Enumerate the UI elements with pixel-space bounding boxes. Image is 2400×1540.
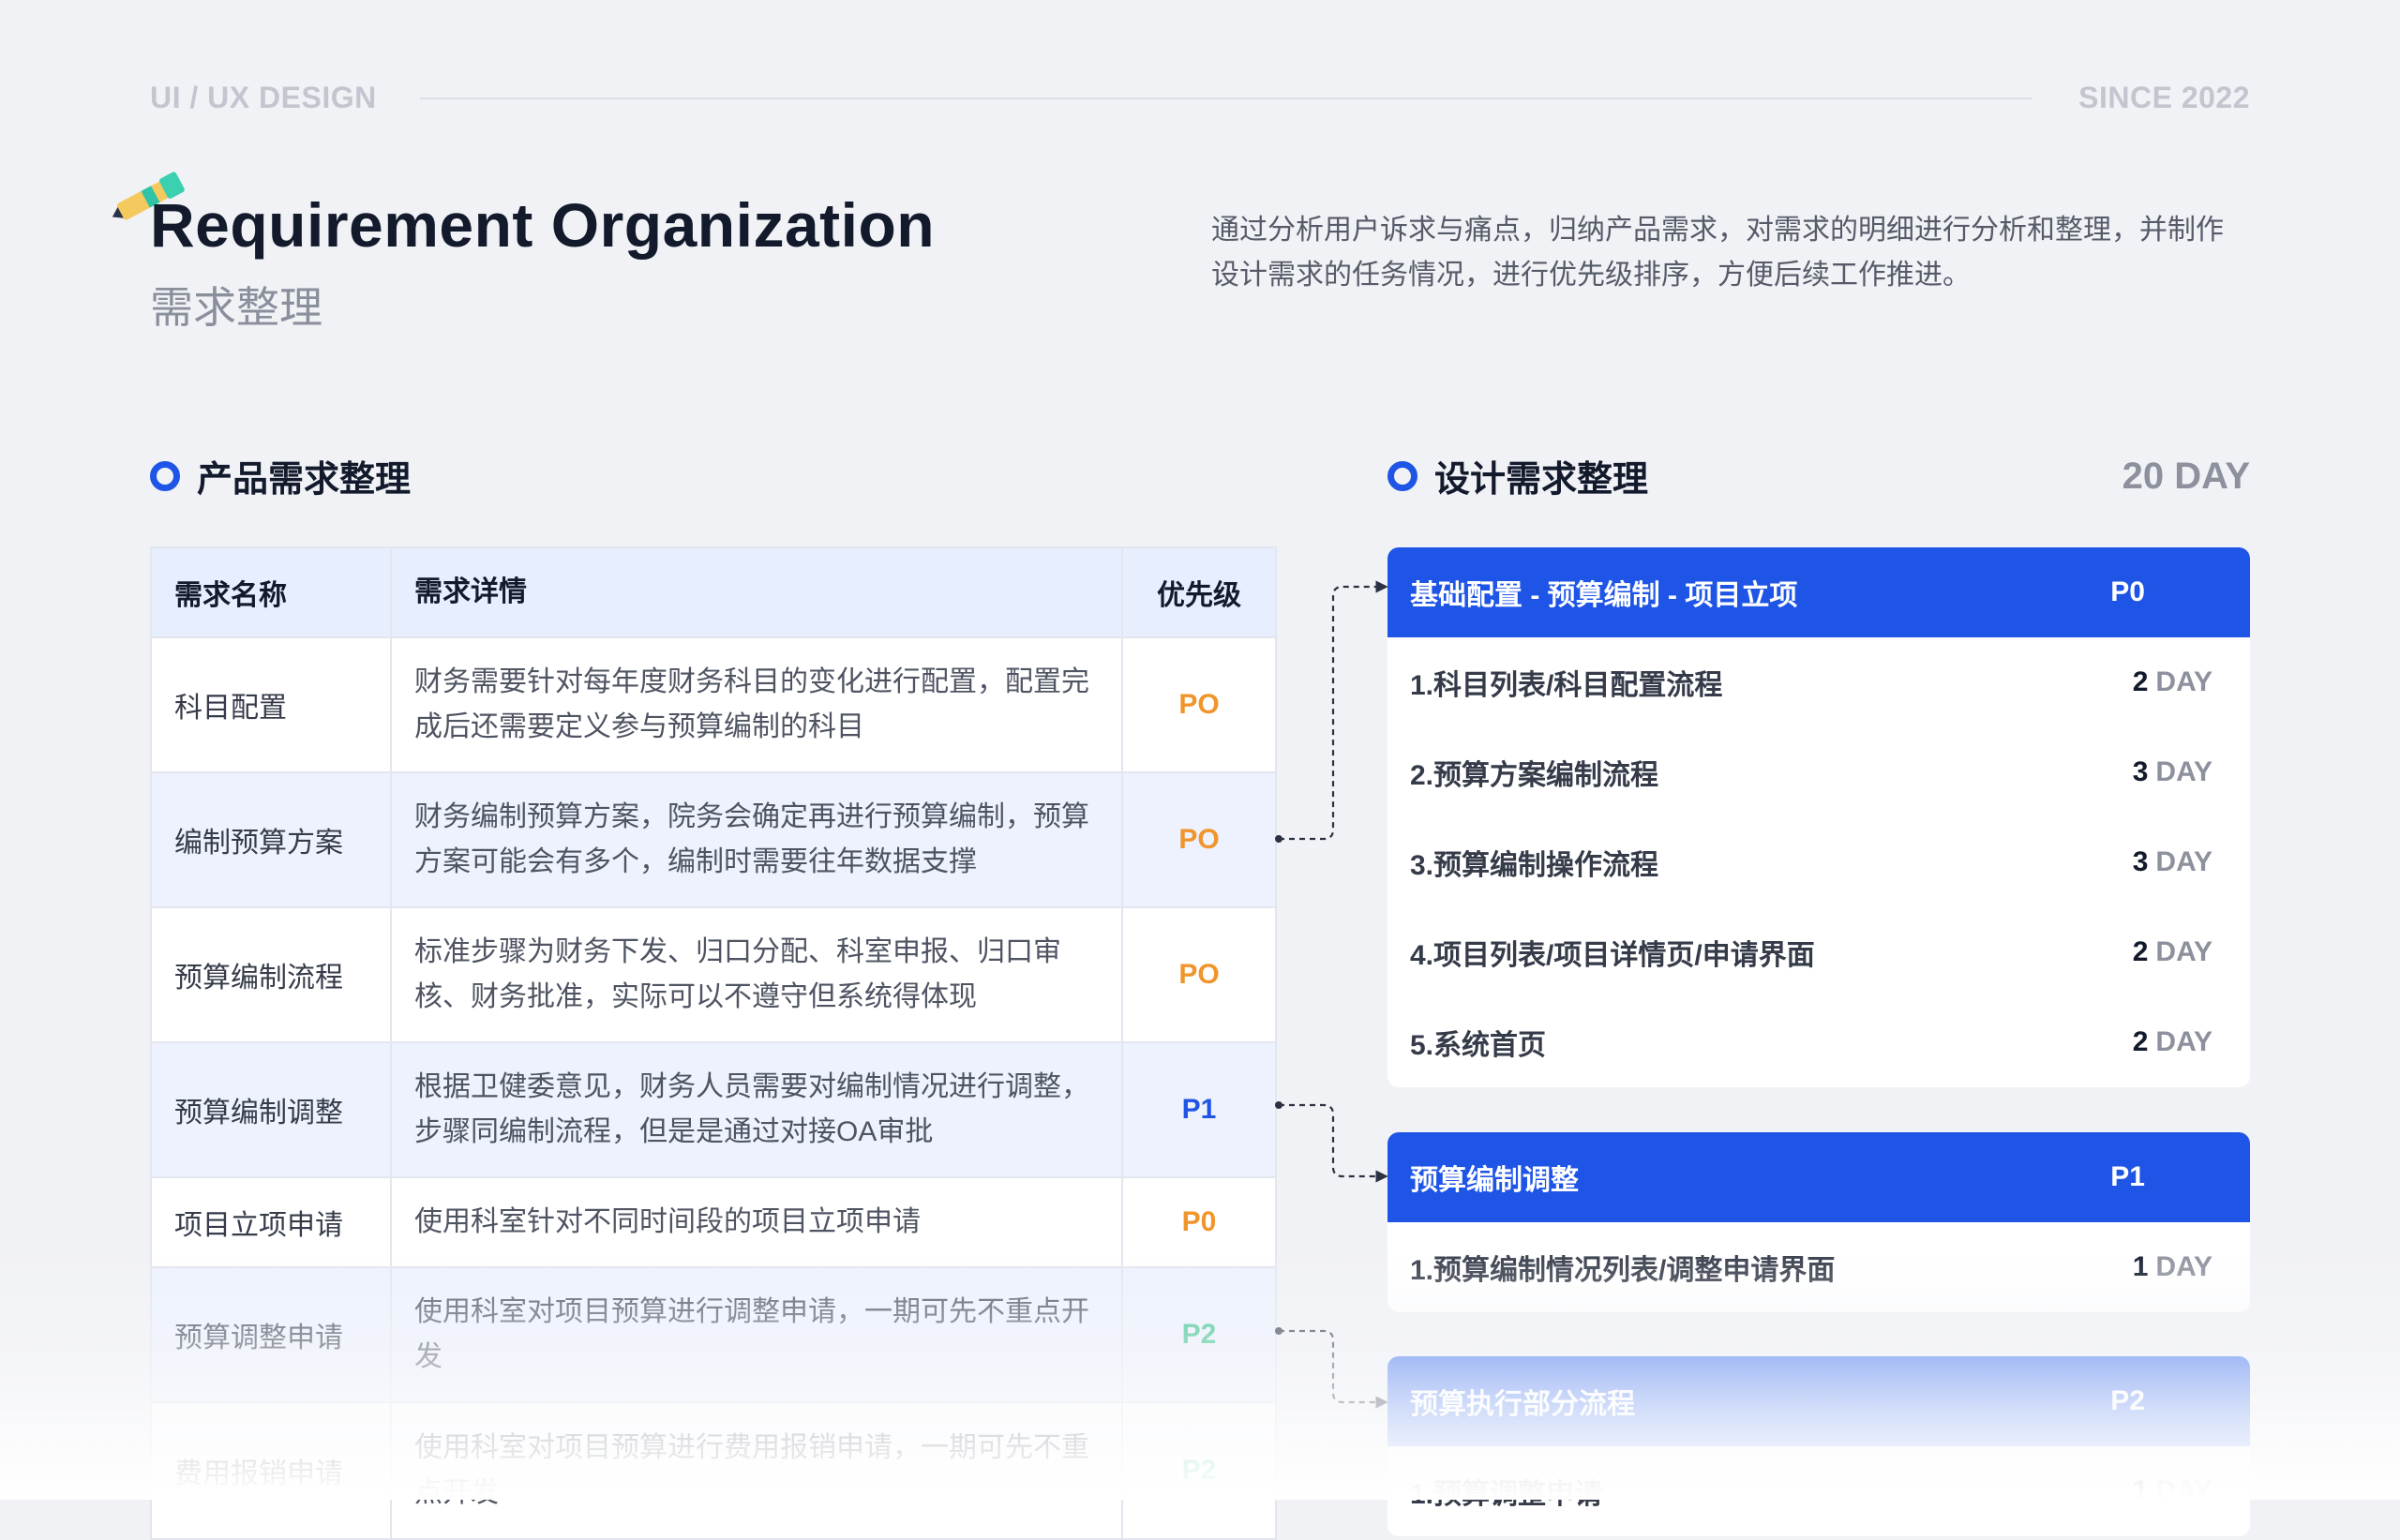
row-detail: 标准步骤为财务下发、归口分配、科室申报、归口审核、财务批准，实际可以不遵守但系统… — [392, 908, 1123, 1041]
row-name: 预算编制调整 — [152, 1043, 392, 1176]
brand-label: UI / UX DESIGN — [150, 81, 377, 114]
list-item: 4.项目列表/项目详情页/申请界面 2 DAY — [1388, 907, 2250, 997]
list-item: 3.预算编制操作流程 3 DAY — [1388, 817, 2250, 907]
days-count: 2 — [2132, 666, 2149, 697]
priority-badge: PO — [1178, 959, 1220, 990]
item-label: 1.预算调整申请 — [1410, 1479, 1603, 1510]
page-subtitle: 需求整理 — [150, 283, 322, 332]
list-item: 1.科目列表/科目配置流程 2 DAY — [1388, 637, 2250, 727]
ring-icon — [1388, 460, 1418, 491]
list-item: 1.预算调整申请 1 DAY — [1388, 1446, 2250, 1536]
days-count: 3 — [2132, 846, 2149, 877]
item-days: 3 DAY — [2133, 756, 2212, 788]
row-detail: 使用科室对项目预算进行调整申请，一期可先不重点开发 — [392, 1268, 1123, 1401]
connector-p2 — [1279, 1329, 1388, 1409]
card-title: 预算编制调整 — [1410, 1165, 1579, 1196]
card-header: 预算编制调整 P1 — [1388, 1132, 2250, 1222]
priority-badge: P2 — [1181, 1455, 1217, 1486]
priority-badge: PO — [1178, 689, 1220, 720]
section-header-product: 产品需求整理 — [150, 450, 411, 501]
design-card-p2: 预算执行部分流程 P2 1.预算调整申请 1 DAY — [1388, 1356, 2250, 1536]
card-title: 基础配置 - 预算编制 - 项目立项 — [1410, 580, 1798, 611]
row-detail: 使用科室针对不同时间段的项目立项申请 — [392, 1178, 1123, 1266]
days-unit: DAY — [2155, 756, 2212, 787]
item-days: 3 DAY — [2133, 846, 2212, 878]
row-name: 预算编制流程 — [152, 908, 392, 1041]
design-card-p0: 基础配置 - 预算编制 - 项目立项 P0 1.科目列表/科目配置流程 2 DAY… — [1388, 547, 2250, 1087]
days-unit: DAY — [2155, 1251, 2212, 1282]
total-days: 20 DAY — [2122, 456, 2250, 497]
table-row: 预算编制调整 根据卫健委意见，财务人员需要对编制情况进行调整，步骤同编制流程，但… — [152, 1043, 1275, 1178]
days-unit: DAY — [2155, 1026, 2212, 1057]
row-name: 编制预算方案 — [152, 773, 392, 906]
list-item: 5.系统首页 2 DAY — [1388, 997, 2250, 1087]
row-name: 科目配置 — [152, 638, 392, 771]
connector-p0 — [1279, 580, 1388, 841]
table-header-row: 需求名称 需求详情 优先级 — [152, 548, 1275, 638]
card-priority: P0 — [2110, 576, 2145, 607]
days-unit: DAY — [2155, 846, 2212, 877]
list-item: 2.预算方案编制流程 3 DAY — [1388, 727, 2250, 817]
section-header-design: 设计需求整理 — [1388, 450, 1648, 501]
item-days: 1 DAY — [2133, 1475, 2212, 1507]
item-days: 2 DAY — [2133, 936, 2212, 968]
table-row: 项目立项申请 使用科室针对不同时间段的项目立项申请 P0 — [152, 1178, 1275, 1268]
page-title: Requirement Organization — [150, 190, 936, 260]
ring-icon — [150, 460, 180, 491]
card-priority: P1 — [2110, 1161, 2145, 1192]
row-detail: 根据卫健委意见，财务人员需要对编制情况进行调整，步骤同编制流程，但是是通过对接O… — [392, 1043, 1123, 1176]
row-name: 费用报销申请 — [152, 1403, 392, 1538]
table-row: 编制预算方案 财务编制预算方案，院务会确定再进行预算编制，预算方案可能会有多个，… — [152, 773, 1275, 908]
days-unit: DAY — [2155, 1475, 2212, 1506]
priority-badge: P2 — [1181, 1319, 1217, 1350]
row-detail: 使用科室对项目预算进行费用报销申请，一期可先不重点开发 — [392, 1403, 1123, 1538]
item-label: 2.预算方案编制流程 — [1410, 760, 1659, 791]
priority-badge: P0 — [1181, 1206, 1217, 1237]
column-header-name: 需求名称 — [152, 548, 392, 636]
item-label: 5.系统首页 — [1410, 1030, 1547, 1061]
row-name: 项目立项申请 — [152, 1178, 392, 1266]
table-row: 预算调整申请 使用科室对项目预算进行调整申请，一期可先不重点开发 P2 — [152, 1268, 1275, 1403]
since-label: SINCE 2022 — [2078, 81, 2250, 114]
days-unit: DAY — [2155, 936, 2212, 967]
header-divider — [420, 97, 2032, 99]
item-days: 2 DAY — [2133, 1026, 2212, 1058]
table-row: 科目配置 财务需要针对每年度财务科目的变化进行配置，配置完成后还需要定义参与预算… — [152, 638, 1275, 773]
card-title: 预算执行部分流程 — [1410, 1389, 1635, 1420]
section-title: 产品需求整理 — [197, 460, 412, 500]
priority-badge: PO — [1178, 824, 1220, 855]
intro-paragraph: 通过分析用户诉求与痛点，归纳产品需求，对需求的明细进行分析和整理，并制作设计需求… — [1211, 215, 2224, 291]
days-count: 3 — [2132, 756, 2149, 787]
item-label: 3.预算编制操作流程 — [1410, 850, 1659, 881]
card-priority: P2 — [2110, 1385, 2145, 1416]
column-header-detail: 需求详情 — [392, 548, 1123, 636]
days-unit: DAY — [2155, 666, 2212, 697]
item-days: 1 DAY — [2133, 1251, 2212, 1283]
row-detail: 财务需要针对每年度财务科目的变化进行配置，配置完成后还需要定义参与预算编制的科目 — [392, 638, 1123, 771]
row-detail: 财务编制预算方案，院务会确定再进行预算编制，预算方案可能会有多个，编制时需要往年… — [392, 773, 1123, 906]
requirements-table: 需求名称 需求详情 优先级 科目配置 财务需要针对每年度财务科目的变化进行配置，… — [150, 546, 1277, 1540]
days-count: 1 — [2132, 1475, 2149, 1506]
card-header: 基础配置 - 预算编制 - 项目立项 P0 — [1388, 547, 2250, 637]
days-count: 2 — [2132, 936, 2149, 967]
days-count: 2 — [2132, 1026, 2149, 1057]
connector-p1 — [1279, 1103, 1388, 1183]
card-header: 预算执行部分流程 P2 — [1388, 1356, 2250, 1446]
item-label: 4.项目列表/项目详情页/申请界面 — [1410, 940, 1815, 971]
row-name: 预算调整申请 — [152, 1268, 392, 1401]
item-days: 2 DAY — [2133, 666, 2212, 698]
days-count: 1 — [2132, 1251, 2149, 1282]
table-row: 预算编制流程 标准步骤为财务下发、归口分配、科室申报、归口审核、财务批准，实际可… — [152, 908, 1275, 1043]
table-row: 费用报销申请 使用科室对项目预算进行费用报销申请，一期可先不重点开发 P2 — [152, 1403, 1275, 1538]
item-label: 1.科目列表/科目配置流程 — [1410, 670, 1723, 701]
design-card-p1: 预算编制调整 P1 1.预算编制情况列表/调整申请界面 1 DAY — [1388, 1132, 2250, 1312]
list-item: 1.预算编制情况列表/调整申请界面 1 DAY — [1388, 1222, 2250, 1312]
priority-badge: P1 — [1181, 1094, 1217, 1125]
section-title: 设计需求整理 — [1434, 460, 1649, 500]
item-label: 1.预算编制情况列表/调整申请界面 — [1410, 1255, 1836, 1286]
column-header-priority: 优先级 — [1157, 580, 1241, 611]
